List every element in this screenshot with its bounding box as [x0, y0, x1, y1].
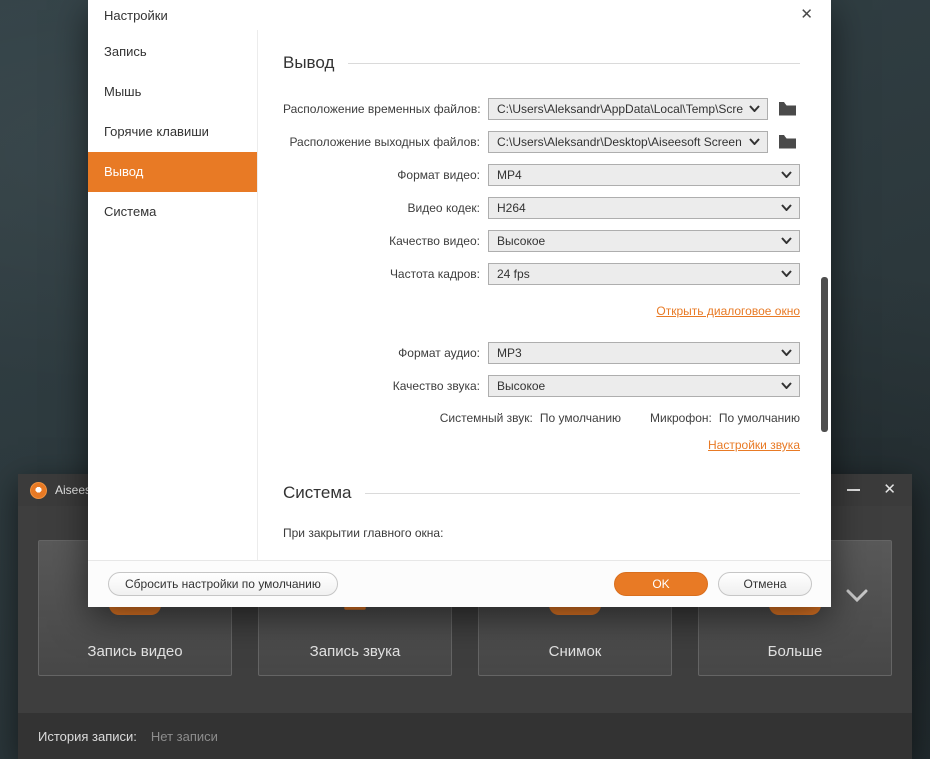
form-row: Формат видео: MP4: [283, 158, 800, 191]
dropdown-value: 24 fps: [497, 266, 530, 281]
output-section-heading: Вывод: [283, 52, 800, 74]
browse-output-folder-button[interactable]: [774, 130, 800, 154]
microphone-value: По умолчанию: [718, 411, 800, 425]
output-files-location-dropdown[interactable]: C:\Users\Aleksandr\Desktop\Aiseesoft Scr…: [488, 130, 768, 153]
section-title: Вывод: [283, 53, 335, 72]
dropdown-value: C:\Users\Aleksandr\Desktop\Aiseesoft Scr…: [497, 134, 743, 149]
field-label: Качество видео:: [389, 233, 480, 248]
field-label: Формат аудио:: [398, 345, 480, 360]
dropdown-value: MP4: [497, 167, 522, 182]
sidebar-item-mouse[interactable]: Мышь: [88, 72, 257, 112]
card-label: Запись видео: [87, 643, 183, 660]
temp-files-location-dropdown[interactable]: C:\Users\Aleksandr\AppData\Local\Temp\Sc…: [488, 97, 768, 120]
microphone-label: Микрофон:: [650, 411, 712, 425]
sound-status-row: Системный звук: По умолчанию Микрофон: П…: [283, 410, 800, 426]
chevron-down-icon: [781, 204, 792, 211]
card-label: Запись звука: [309, 643, 401, 660]
card-label: Больше: [767, 643, 823, 660]
dropdown-value: MP3: [497, 345, 522, 360]
dialog-titlebar: Настройки ✕: [88, 0, 831, 30]
chevron-down-icon: [749, 138, 760, 145]
chevron-down-icon: [781, 171, 792, 178]
history-label: История записи:: [38, 728, 137, 744]
folder-icon: [778, 135, 796, 149]
field-label: Частота кадров:: [389, 266, 480, 281]
dialog-footer: Сбросить настройки по умолчанию OK Отмен…: [88, 560, 831, 607]
cancel-button[interactable]: Отмена: [718, 572, 812, 596]
app-title: Aisees: [55, 483, 92, 497]
sound-settings-link-row: Настройки звука: [283, 436, 800, 452]
video-quality-dropdown[interactable]: Высокое: [488, 229, 800, 252]
settings-sidebar: Запись Мышь Горячие клавиши Вывод Систем…: [88, 30, 258, 560]
open-dialog-link[interactable]: Открыть диалоговое окно: [656, 304, 800, 318]
field-label: Расположение временных файлов:: [283, 101, 481, 116]
app-logo-icon: [30, 481, 47, 499]
form-row: Частота кадров: 24 fps: [283, 257, 800, 290]
chevron-down-icon[interactable]: [845, 589, 869, 603]
dialog-title: Настройки: [104, 7, 168, 23]
section-title: Система: [283, 483, 352, 502]
dropdown-value: Высокое: [497, 233, 546, 248]
settings-dialog: Настройки ✕ Запись Мышь Горячие клавиши …: [88, 0, 831, 607]
minimize-button[interactable]: [845, 482, 861, 498]
window-controls: ✕: [845, 482, 896, 498]
settings-content: Вывод Расположение временных файлов: C:\…: [258, 30, 831, 560]
chevron-down-icon: [781, 237, 792, 244]
chevron-down-icon: [749, 105, 760, 112]
chevron-down-icon: [781, 349, 792, 356]
output-form: Расположение временных файлов: C:\Users\…: [283, 92, 800, 290]
system-sound-label: Системный звук:: [439, 411, 533, 425]
history-bar: История записи: Нет записи: [18, 713, 912, 759]
audio-format-dropdown[interactable]: MP3: [488, 341, 800, 364]
ok-button[interactable]: OK: [614, 572, 708, 596]
chevron-down-icon: [781, 382, 792, 389]
dialog-close-button[interactable]: ✕: [800, 7, 813, 23]
reset-defaults-button[interactable]: Сбросить настройки по умолчанию: [108, 572, 338, 596]
form-row: Видео кодек: H264: [283, 191, 800, 224]
history-value: Нет записи: [150, 728, 218, 744]
frame-rate-dropdown[interactable]: 24 fps: [488, 262, 800, 285]
form-row: Качество видео: Высокое: [283, 224, 800, 257]
video-codec-dropdown[interactable]: H264: [488, 196, 800, 219]
field-label: Формат видео:: [397, 167, 480, 182]
form-row: Расположение выходных файлов: C:\Users\A…: [283, 125, 800, 158]
dropdown-value: H264: [497, 200, 526, 215]
card-label: Снимок: [548, 643, 602, 660]
sidebar-item-hotkeys[interactable]: Горячие клавиши: [88, 112, 257, 152]
field-label: Видео кодек:: [407, 200, 480, 215]
field-label: Расположение выходных файлов:: [289, 134, 480, 149]
dropdown-value: Высокое: [497, 378, 546, 393]
browse-temp-folder-button[interactable]: [774, 97, 800, 121]
open-dialog-link-row: Открыть диалоговое окно: [283, 302, 800, 318]
form-row: Качество звука: Высокое: [283, 369, 800, 402]
on-close-label: При закрытии главного окна:: [283, 526, 444, 540]
sound-settings-link[interactable]: Настройки звука: [708, 438, 800, 452]
sidebar-item-record[interactable]: Запись: [88, 32, 257, 72]
chevron-down-icon: [781, 270, 792, 277]
video-format-dropdown[interactable]: MP4: [488, 163, 800, 186]
audio-quality-dropdown[interactable]: Высокое: [488, 374, 800, 397]
system-section-heading: Система: [283, 482, 800, 504]
heading-rule: [348, 62, 800, 64]
folder-icon: [778, 102, 796, 116]
scrollbar-thumb[interactable]: [821, 277, 828, 432]
desktop-background: Aisees ✕ Запись видео Запись звука Снимо…: [0, 0, 930, 759]
audio-form: Формат аудио: MP3 Качество звука: Высоко…: [283, 336, 800, 402]
field-label: Качество звука:: [392, 378, 480, 393]
heading-rule: [365, 492, 800, 494]
system-sound-value: По умолчанию: [539, 411, 622, 425]
sidebar-item-system[interactable]: Система: [88, 192, 257, 232]
app-close-button[interactable]: ✕: [883, 482, 896, 498]
dropdown-value: C:\Users\Aleksandr\AppData\Local\Temp\Sc…: [497, 101, 743, 116]
sidebar-item-output[interactable]: Вывод: [88, 152, 257, 192]
form-row: Расположение временных файлов: C:\Users\…: [283, 92, 800, 125]
form-row: Формат аудио: MP3: [283, 336, 800, 369]
minimize-icon: [846, 489, 860, 491]
